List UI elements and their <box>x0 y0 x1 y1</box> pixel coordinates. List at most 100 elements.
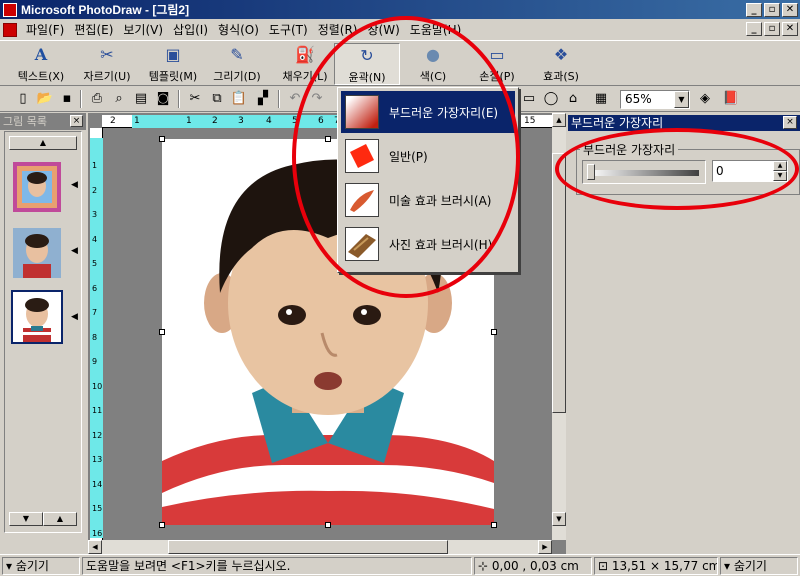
doc-minimize-button[interactable]: _ <box>746 22 762 36</box>
resize-handle[interactable] <box>159 136 165 142</box>
resize-handle[interactable] <box>159 329 165 335</box>
fit-to-window-icon[interactable]: ◈ <box>696 90 714 108</box>
menu-edit[interactable]: 편집(E) <box>69 21 118 38</box>
ruler-v-label: 10 <box>92 381 103 391</box>
ruler-v-label: 13 <box>92 455 103 464</box>
shape-icon[interactable]: ⌂ <box>564 90 582 108</box>
template-button[interactable]: ▣ 템플릿(M) <box>140 43 206 85</box>
annotation-circle-menu <box>292 16 520 298</box>
help-book-icon[interactable]: 📕 <box>722 90 740 108</box>
resize-handle[interactable] <box>491 522 497 528</box>
menu-insert[interactable]: 삽입(I) <box>168 21 213 38</box>
ruler-h-label: 2 <box>212 116 218 126</box>
ruler-h-label: 2 <box>110 116 116 126</box>
resize-handle[interactable] <box>325 522 331 528</box>
toolbar-separator <box>80 90 82 108</box>
size-icon: ⊡ <box>598 559 612 573</box>
pen-icon: ✎ <box>230 45 244 64</box>
print-preview-icon[interactable]: ⌕ <box>110 90 128 108</box>
ruler-v-label: 11 <box>92 406 103 415</box>
thumbnail-1[interactable] <box>13 162 61 212</box>
menu-view[interactable]: 보기(V) <box>118 21 168 38</box>
ruler-v-label: 14 <box>92 479 103 489</box>
ruler-v-label: 15 <box>92 504 103 513</box>
photodraw-app-icon[interactable] <box>3 2 17 17</box>
hide-left-button[interactable]: ▾ 숨기기 <box>2 557 80 575</box>
ruler-v-label: 3 <box>92 210 98 219</box>
ruler-v-label: 6 <box>92 283 98 293</box>
effects-icon: ❖ <box>553 45 569 64</box>
zoom-select[interactable]: 65% ▼ <box>620 90 690 109</box>
maximize-button[interactable]: ▫ <box>764 2 780 17</box>
copy-icon[interactable]: ⧉ <box>208 90 226 108</box>
status-bar: ▾ 숨기기 도움말을 보려면 <F1>키를 누르십시오. ⊹ 0,00 , 0,… <box>0 554 800 576</box>
size-readout: ⊡ 13,51 × 15,77 cm <box>594 557 718 575</box>
new-icon[interactable]: ▯ <box>14 90 32 108</box>
close-icon[interactable]: × <box>783 116 797 129</box>
crop-button[interactable]: ✂ 자르기(U) <box>74 43 140 85</box>
annotation-circle-slider <box>555 128 799 210</box>
resize-handle[interactable] <box>159 522 165 528</box>
ruler-h-label: 4 <box>266 116 272 126</box>
format-painter-icon[interactable]: ▞ <box>254 90 272 108</box>
picture-list: ▲ ◀ ◀ ◀ ▼ ▲ <box>4 131 82 533</box>
scroll-top-button[interactable]: ▲ <box>43 512 77 526</box>
hide-right-button[interactable]: ▾ 숨기기 <box>720 557 798 575</box>
text-button[interactable]: A 텍스트(X) <box>8 43 74 85</box>
chevron-down-icon: ▾ <box>6 559 16 573</box>
scroll-right-icon[interactable]: ▶ <box>538 540 552 554</box>
position-readout: ⊹ 0,00 , 0,03 cm <box>474 557 592 575</box>
thumbnail-2[interactable] <box>13 228 61 278</box>
chevron-down-icon[interactable]: ▼ <box>674 91 689 108</box>
save-icon[interactable]: ▪ <box>58 90 76 108</box>
scroll-thumb[interactable] <box>168 540 448 554</box>
ruler-h-label: 1 <box>186 116 192 126</box>
doc-restore-button[interactable]: ▫ <box>764 22 780 36</box>
effects-button[interactable]: ❖ 효과(S) <box>528 43 594 85</box>
picture-list-header: 그림 목록 × <box>0 113 86 130</box>
status-help-text: 도움말을 보려면 <F1>키를 누르십시오. <box>82 557 472 575</box>
thumbnail-3-selected[interactable] <box>11 290 63 344</box>
camera-icon[interactable]: ◙ <box>154 90 172 108</box>
scroll-down-button[interactable]: ▼ <box>9 512 43 526</box>
menu-tools[interactable]: 도구(T) <box>264 21 313 38</box>
menu-file[interactable]: 파일(F) <box>21 21 69 38</box>
horizontal-scrollbar[interactable]: ◀ ▶ <box>88 540 552 554</box>
zoom-value: 65% <box>625 92 652 106</box>
scroll-down-icon[interactable]: ▼ <box>552 512 566 526</box>
resize-handle[interactable] <box>491 329 497 335</box>
scroll-up-icon[interactable]: ▲ <box>552 113 566 127</box>
ruler-h-label: 1 <box>134 116 140 126</box>
thumbnail-3-arrow: ◀ <box>71 312 78 322</box>
cut-icon[interactable]: ✂ <box>186 90 204 108</box>
ruler-v-label: 5 <box>92 259 98 268</box>
scroll-thumb[interactable] <box>552 153 566 413</box>
print-icon[interactable]: ⎙ <box>88 90 106 108</box>
rectangle-icon[interactable]: ▭ <box>520 90 538 108</box>
paste-icon[interactable]: 📋 <box>230 90 248 108</box>
open-icon[interactable]: 📂 <box>36 90 54 108</box>
close-icon[interactable]: × <box>70 115 83 127</box>
doc-close-button[interactable]: ✕ <box>782 22 798 36</box>
chevron-down-icon: ▾ <box>724 559 734 573</box>
ruler-v-label: 1 <box>92 161 98 170</box>
ruler-h-label: 3 <box>238 116 244 126</box>
minimize-button[interactable]: _ <box>746 2 762 17</box>
text-icon: A <box>34 45 48 64</box>
crosshair-icon: ⊹ <box>478 559 492 573</box>
draw-button[interactable]: ✎ 그리기(D) <box>204 43 270 85</box>
menu-format[interactable]: 형식(O) <box>213 21 264 38</box>
ruler-v-label: 8 <box>92 332 98 342</box>
ruler-h-label: 15 <box>524 116 536 126</box>
scroll-up-button[interactable]: ▲ <box>9 136 77 150</box>
picture-list-panel: 그림 목록 × ▲ ◀ ◀ ◀ ▼ ▲ <box>0 113 86 554</box>
scroll-left-icon[interactable]: ◀ <box>88 540 102 554</box>
ellipse-icon[interactable]: ◯ <box>542 90 560 108</box>
close-button[interactable]: ✕ <box>782 2 798 17</box>
picture-list-title: 그림 목록 <box>3 115 47 128</box>
scan-icon[interactable]: ▤ <box>132 90 150 108</box>
document-icon[interactable] <box>3 22 17 37</box>
ruler-v-label: 2 <box>92 185 98 195</box>
thumbnail-2-arrow: ◀ <box>71 246 78 256</box>
text-frame-icon[interactable]: ▦ <box>592 90 610 108</box>
